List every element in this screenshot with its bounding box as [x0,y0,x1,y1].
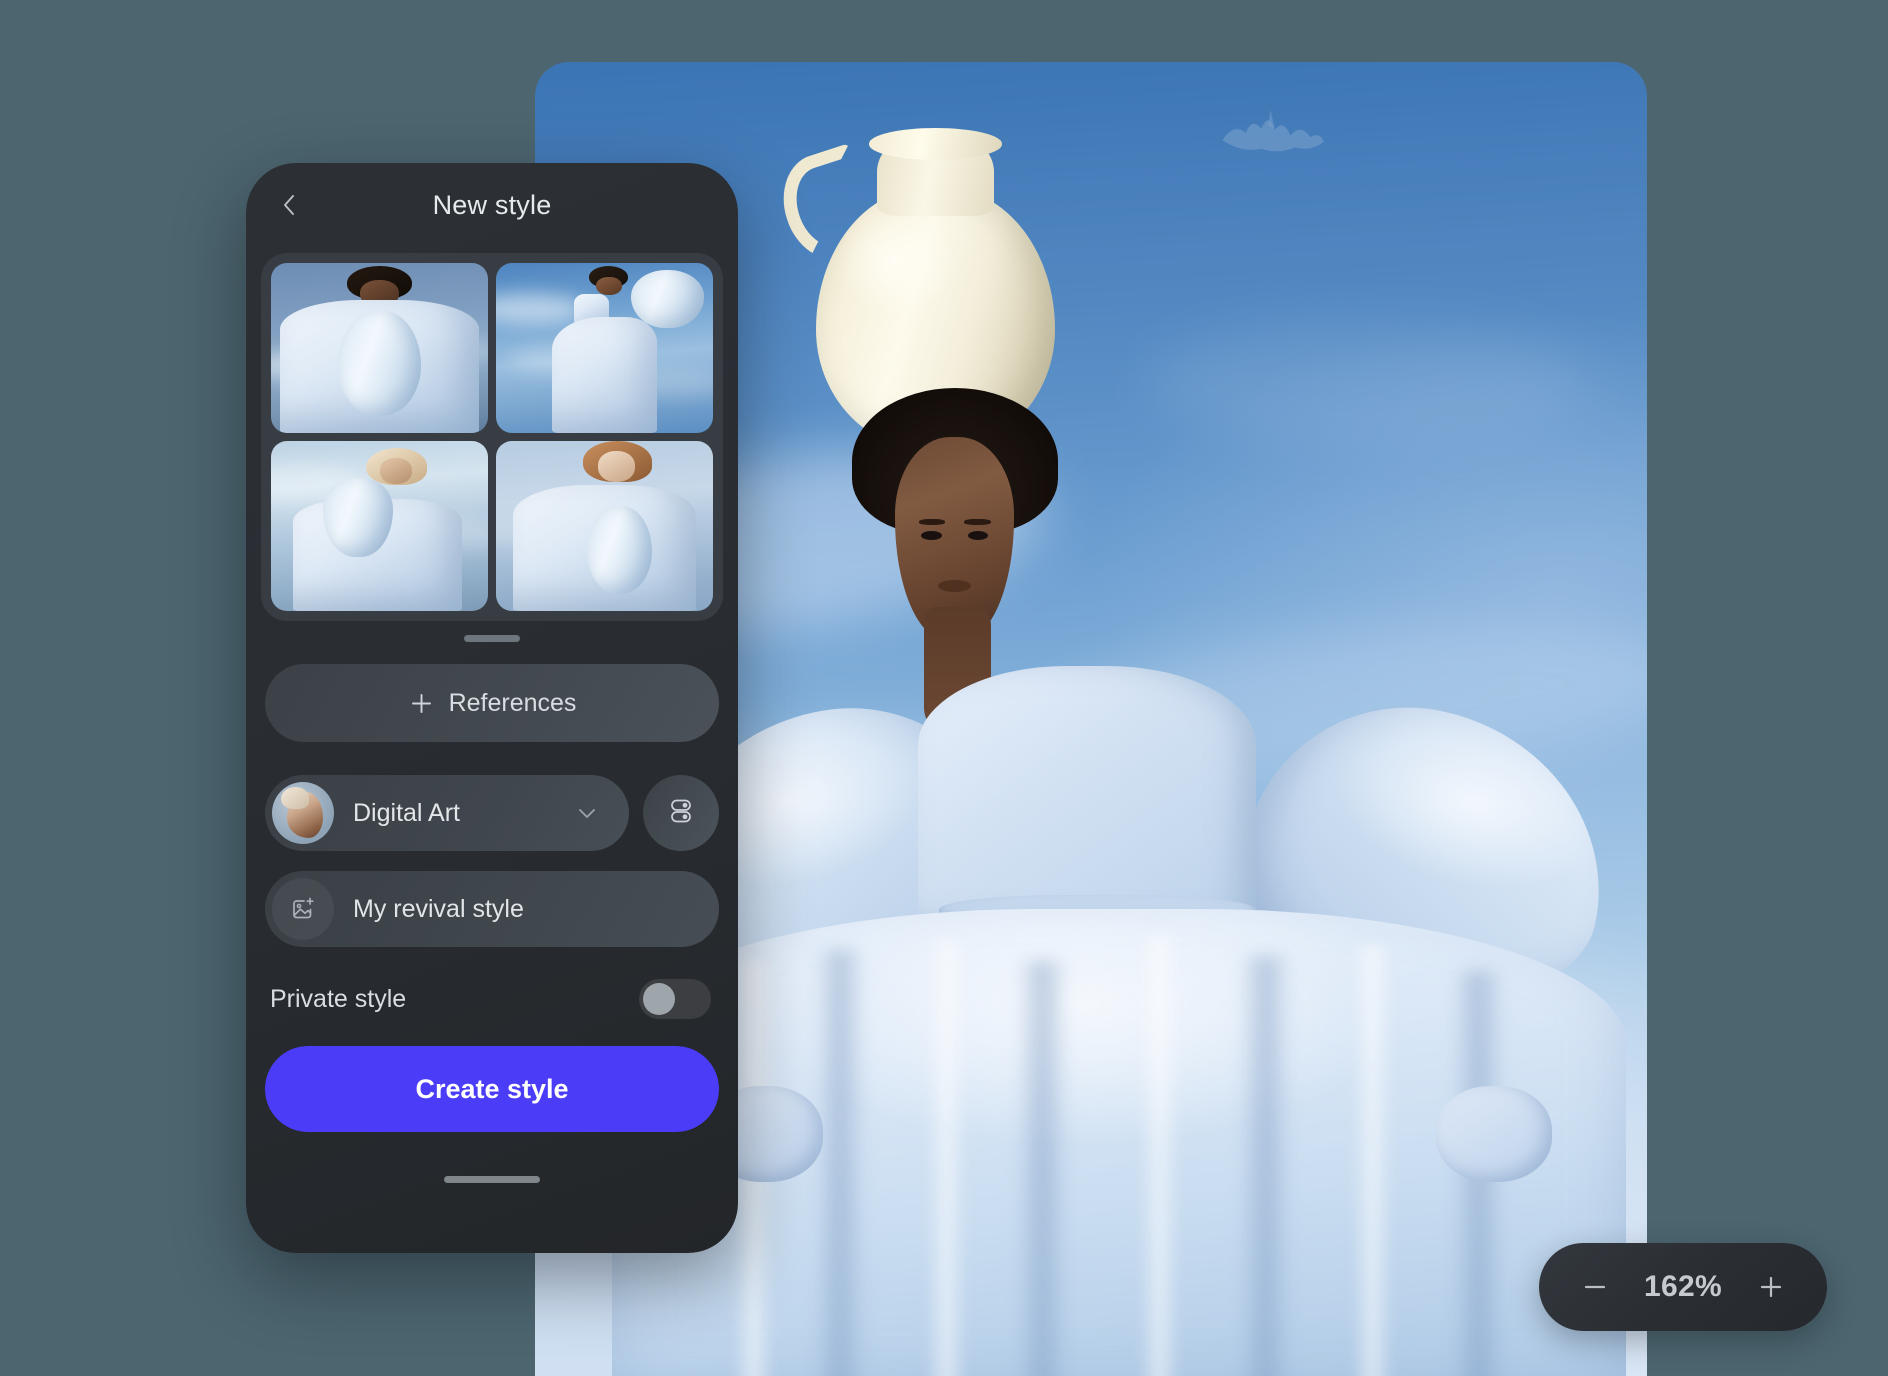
reference-thumbnails-card [261,253,723,621]
eye [967,530,989,540]
add-references-button[interactable]: References [265,664,719,742]
zoom-out-button[interactable] [1573,1265,1617,1309]
gown-cuff-right [1435,1085,1552,1182]
thumbnail-item[interactable] [496,441,713,611]
blue-gown [591,666,1647,1376]
panel-header: New style [246,163,738,247]
add-references-label: References [448,688,577,717]
toggle-knob [643,983,675,1015]
private-style-toggle[interactable] [639,979,711,1019]
create-style-button[interactable]: Create style [265,1046,719,1132]
thumbnail-item[interactable] [271,263,488,433]
private-style-row: Private style [270,979,711,1019]
style-name-field[interactable]: My revival style [265,871,719,947]
zoom-in-button[interactable] [1749,1265,1793,1309]
style-selector-row: Digital Art [265,775,719,851]
style-avatar [272,782,334,844]
back-button[interactable] [270,185,310,225]
gown-bodice [918,666,1257,932]
zoom-level-value: 162% [1644,1270,1722,1303]
style-settings-button[interactable] [643,775,719,851]
scroll-drag-handle[interactable] [464,635,520,642]
model-head [851,387,1058,641]
eye [921,530,942,540]
vase-lip [868,127,1003,160]
eyebrow [964,518,991,525]
sliders-icon [664,794,698,833]
thumbnail-item[interactable] [496,263,713,433]
lips [938,579,972,592]
image-add-icon [272,878,334,940]
plus-icon [408,690,435,717]
chevron-left-icon [284,195,294,215]
app-root: 162% New style References Digital Art My… [0,0,1888,1376]
style-name-value: My revival style [353,894,524,923]
zoom-control[interactable]: 162% [1539,1243,1827,1331]
page-title: New style [432,189,552,220]
private-style-label: Private style [270,984,407,1013]
selected-style-label: Digital Art [353,798,460,827]
thumbnail-grid [271,263,713,611]
new-style-panel: New style References Digital Art My revi… [246,163,738,1253]
eyebrow [918,518,946,525]
chevron-down-icon [575,801,599,825]
home-indicator [444,1176,540,1183]
thumbnail-item[interactable] [271,441,488,611]
style-dropdown[interactable]: Digital Art [265,775,629,851]
